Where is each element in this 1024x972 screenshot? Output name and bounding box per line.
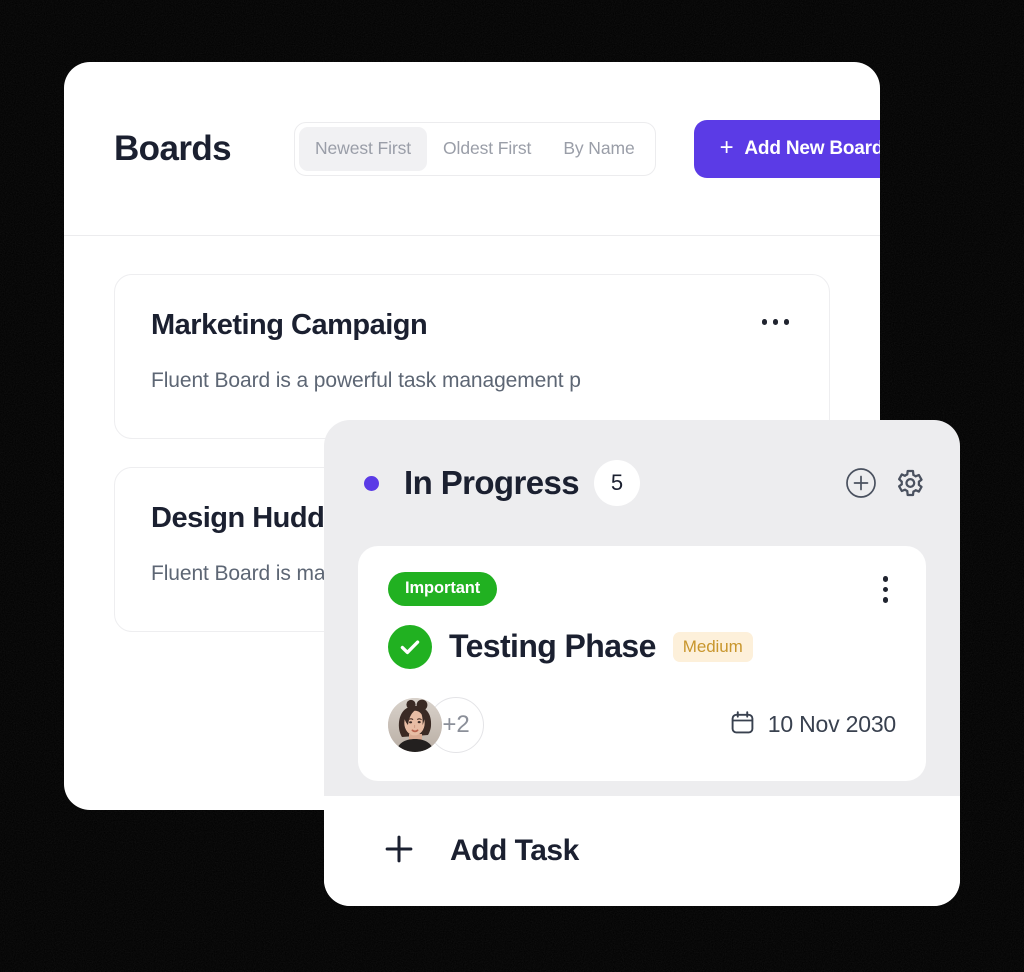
kanban-column-title: In Progress <box>404 464 580 501</box>
avatar[interactable] <box>388 697 442 752</box>
ellipsis-vertical-icon[interactable] <box>875 572 897 607</box>
gear-icon[interactable] <box>892 466 926 500</box>
plus-icon: + <box>719 133 734 161</box>
check-circle-icon[interactable] <box>388 624 432 669</box>
kanban-column-panel: In Progress 5 Important Testing Phase Me… <box>324 420 960 906</box>
due-date-label: 10 Nov 2030 <box>767 711 896 737</box>
plus-icon <box>380 830 418 873</box>
sort-option-oldest-first[interactable]: Oldest First <box>427 127 547 171</box>
task-title: Testing Phase <box>449 628 656 664</box>
task-card[interactable]: Important Testing Phase Medium +2 10 Nov… <box>358 546 926 781</box>
task-title-row: Testing Phase Medium <box>388 624 896 669</box>
boards-header: Boards Newest First Oldest First By Name… <box>64 62 880 236</box>
board-title: Design Hudd <box>151 501 325 534</box>
board-card-header: Marketing Campaign <box>151 309 793 342</box>
ellipsis-horizontal-icon[interactable] <box>758 309 794 335</box>
task-card-top: Important <box>388 572 896 607</box>
add-task-label: Add Task <box>450 834 579 867</box>
calendar-icon <box>729 709 756 741</box>
screenshot-stage: Boards Newest First Oldest First By Name… <box>0 0 1024 972</box>
task-tag-badge: Important <box>388 572 498 606</box>
task-card-footer: +2 10 Nov 2030 <box>388 696 896 753</box>
board-card[interactable]: Marketing Campaign Fluent Board is a pow… <box>114 274 830 439</box>
add-new-board-button[interactable]: + Add New Board <box>693 119 880 178</box>
board-description: Fluent Board is a powerful task manageme… <box>151 369 581 392</box>
task-due-date: 10 Nov 2030 <box>729 709 896 741</box>
assignee-avatars: +2 <box>388 696 484 753</box>
status-dot-icon <box>364 475 379 491</box>
board-title: Marketing Campaign <box>151 309 428 341</box>
kanban-column-header: In Progress 5 <box>324 420 960 546</box>
task-priority-badge: Medium <box>672 631 753 662</box>
sort-segmented-control[interactable]: Newest First Oldest First By Name <box>294 121 656 176</box>
kanban-header-actions <box>844 466 926 500</box>
add-task-button[interactable]: Add Task <box>324 796 960 906</box>
page-title: Boards <box>114 128 232 168</box>
plus-circle-icon[interactable] <box>844 466 878 500</box>
sort-option-newest-first[interactable]: Newest First <box>299 126 428 171</box>
sort-option-by-name[interactable]: By Name <box>547 127 650 171</box>
add-new-board-label: Add New Board <box>744 137 880 159</box>
kanban-column-count-badge: 5 <box>593 460 640 506</box>
